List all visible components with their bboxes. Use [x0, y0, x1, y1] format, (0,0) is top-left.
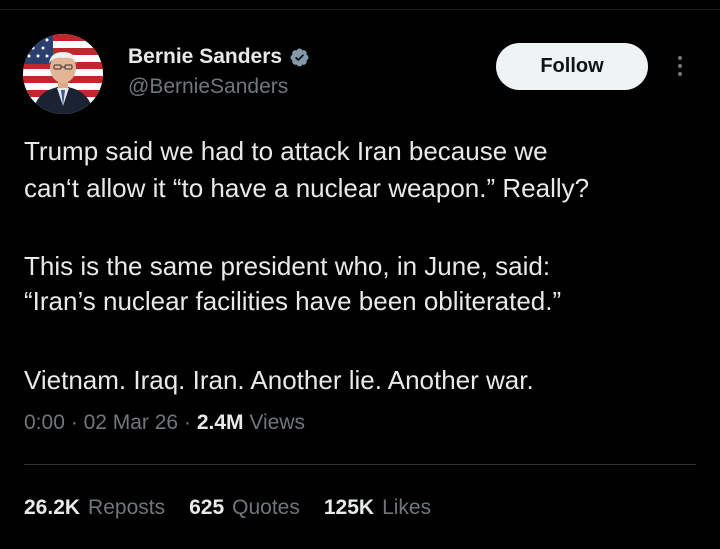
meta-separator: ·: [183, 411, 191, 434]
likes-label: Likes: [382, 496, 432, 519]
author-name-row[interactable]: Bernie Sanders: [128, 45, 310, 69]
tweet-meta: 0:00 · 02 Mar 26 · 2.4M Views: [24, 411, 305, 435]
tweet-date[interactable]: 02 Mar 26: [84, 411, 179, 434]
meta-separator: ·: [70, 411, 78, 434]
stats-divider: [24, 464, 696, 465]
quotes-count: 625: [189, 496, 225, 519]
more-dot: [678, 72, 682, 76]
verified-badge-icon: [290, 48, 309, 66]
quotes-label: Quotes: [232, 496, 300, 519]
engagement-stats: 26.2K Reposts 625 Quotes 125K Likes: [24, 496, 431, 520]
avatar-photo-icon: [23, 34, 103, 114]
tweet-text-line: This is the same president who, in June,…: [24, 251, 551, 281]
likes-stat[interactable]: 125K Likes: [324, 496, 431, 520]
views-count: 2.4M: [196, 411, 244, 434]
tweet-time[interactable]: 0:00: [24, 411, 65, 434]
reposts-label: Reposts: [88, 496, 166, 519]
tweet-text-line: Trump said we had to attack Iran because…: [24, 136, 548, 166]
tweet-text-line: can‘t allow it “to have a nuclear weapon…: [24, 173, 590, 203]
tweet-text-line: Vietnam. Iraq. Iran. Another lie. Anothe…: [24, 365, 534, 395]
author-handle[interactable]: @BernieSanders: [128, 75, 288, 99]
likes-count: 125K: [323, 496, 375, 519]
quotes-stat[interactable]: 625 Quotes: [189, 496, 300, 520]
more-options-icon[interactable]: [670, 50, 690, 82]
views-label: Views: [249, 411, 305, 434]
avatar[interactable]: [23, 34, 103, 114]
author-name[interactable]: Bernie Sanders: [128, 45, 282, 69]
follow-button[interactable]: Follow: [496, 43, 648, 90]
more-dot: [678, 64, 682, 68]
top-divider: [0, 9, 720, 10]
reposts-count: 26.2K: [24, 496, 81, 519]
reposts-stat[interactable]: 26.2K Reposts: [24, 496, 165, 520]
tweet-text-line: “Iran’s nuclear facilities have been obl…: [24, 286, 562, 316]
more-dot: [678, 56, 682, 60]
